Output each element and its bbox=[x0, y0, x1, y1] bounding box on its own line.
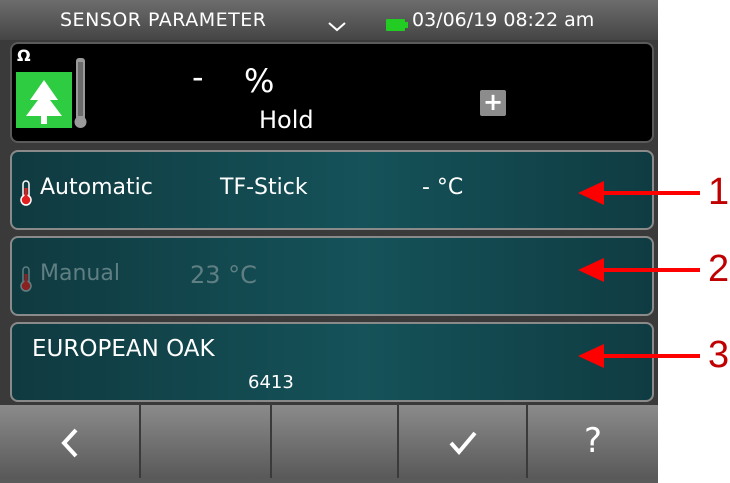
callout-number: 3 bbox=[708, 334, 730, 376]
wood-species-row[interactable]: EUROPEAN OAK 6413 bbox=[10, 322, 654, 402]
date-time: 03/06/19 08:22 am bbox=[412, 9, 595, 31]
mode-label: Automatic bbox=[40, 175, 153, 200]
callout-2: 2 bbox=[578, 246, 730, 296]
callout-1: 1 bbox=[578, 169, 730, 219]
soft-key-3[interactable] bbox=[272, 405, 399, 478]
manual-temperature-row[interactable]: Manual 23 °C bbox=[10, 236, 654, 316]
callout-number: 1 bbox=[708, 171, 730, 213]
sensor-name: TF-Stick bbox=[220, 175, 308, 200]
thermometer-icon bbox=[19, 266, 33, 298]
thermometer-icon bbox=[19, 180, 33, 212]
plus-button[interactable]: + bbox=[480, 90, 506, 116]
status-bar: SENSOR PARAMETER 03/06/19 08:22 am bbox=[0, 0, 658, 40]
measurement-unit: % bbox=[244, 62, 275, 100]
key-strip bbox=[0, 478, 658, 483]
chevron-down-icon[interactable] bbox=[328, 15, 346, 37]
chevron-left-icon bbox=[60, 421, 80, 461]
arrow-left-icon bbox=[578, 181, 700, 205]
temperature-value: - °C bbox=[422, 175, 464, 200]
battery-icon bbox=[386, 14, 408, 36]
screen-title: SENSOR PARAMETER bbox=[60, 9, 267, 31]
mode-label: Manual bbox=[40, 261, 120, 286]
help-button[interactable]: ? bbox=[528, 405, 658, 478]
arrow-left-icon bbox=[578, 258, 700, 282]
checkmark-icon bbox=[448, 421, 478, 461]
soft-key-bar: ? bbox=[0, 405, 658, 483]
callout-number: 2 bbox=[708, 248, 730, 290]
measurement-panel: Ω - % Hold + bbox=[10, 42, 654, 143]
automatic-temperature-row[interactable]: Automatic TF-Stick - °C bbox=[10, 150, 654, 230]
temperature-value: 23 °C bbox=[190, 261, 257, 289]
arrow-left-icon bbox=[578, 344, 700, 368]
measurement-value: - bbox=[192, 58, 204, 96]
species-name: EUROPEAN OAK bbox=[32, 336, 215, 362]
confirm-button[interactable] bbox=[399, 405, 528, 478]
resistance-symbol: Ω bbox=[17, 46, 31, 65]
device-screen: SENSOR PARAMETER 03/06/19 08:22 am Ω - %… bbox=[0, 0, 658, 483]
back-button[interactable] bbox=[0, 405, 141, 478]
soft-key-2[interactable] bbox=[141, 405, 272, 478]
hold-status: Hold bbox=[259, 106, 314, 134]
callout-3: 3 bbox=[578, 332, 730, 382]
species-code: 6413 bbox=[248, 372, 294, 393]
